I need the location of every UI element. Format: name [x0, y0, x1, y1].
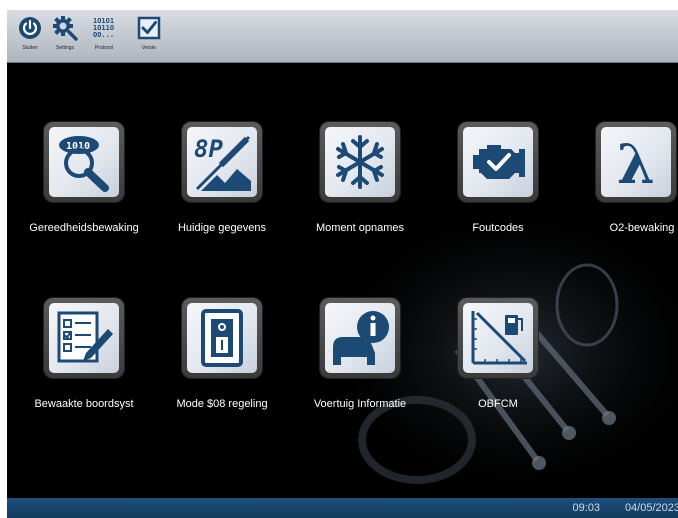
snowflake-icon [336, 135, 384, 189]
svg-text:OO...: OO... [93, 31, 114, 39]
tile-frame [182, 298, 262, 378]
tile-inner: 1010 [49, 127, 119, 197]
tile-frame: 1010 [44, 122, 124, 202]
tile-label: Foutcodes [472, 222, 524, 234]
tile-label: O2-bewaking [609, 222, 675, 234]
tile-readiness-monitoring[interactable]: 1010 Gereedheidsbewaking [15, 122, 153, 272]
protocol-button[interactable]: 1O1O1 1O11O OO... Protocol [87, 15, 121, 61]
tile-frame [44, 298, 124, 378]
tile-inner [463, 127, 533, 197]
power-icon [17, 15, 43, 41]
tile-frame [320, 298, 400, 378]
close-button[interactable]: Sluiten [13, 15, 47, 61]
tile-inner [187, 303, 257, 373]
tile-label: Gereedheidsbewaking [29, 222, 139, 234]
tile-label: Moment opnames [315, 222, 405, 234]
tile-label: Huidige gegevens [177, 222, 267, 234]
verste-label: Verste [141, 45, 157, 51]
svg-text:λ: λ [617, 132, 655, 193]
switch-icon [201, 309, 243, 367]
tile-label: Bewaakte boordsyst [34, 398, 134, 410]
binary-icon: 1O1O1 1O11O OO... [91, 15, 117, 41]
tile-label: Voertuig Informatie [313, 398, 407, 410]
status-time: 09:03 [572, 502, 600, 514]
tile-inner [463, 303, 533, 373]
svg-text:8P: 8P [194, 135, 223, 163]
tile-current-data[interactable]: 8P Huidige gegevens [153, 122, 291, 272]
fuel-chart-icon [471, 311, 527, 365]
tile-inner [49, 303, 119, 373]
tile-inner: 8P [187, 127, 257, 197]
tile-vehicle-info[interactable]: Voertuig Informatie [291, 298, 429, 448]
readiness-monitor-icon: 1010 [59, 136, 109, 192]
status-bar: 09:03 04/05/2023 [7, 498, 678, 518]
tile-inner: λ [601, 127, 671, 197]
live-data-icon: 8P [194, 135, 251, 191]
tile-label: Mode $08 regeling [176, 398, 268, 410]
settings-button[interactable]: Settings [48, 15, 82, 61]
checkbox-icon [136, 15, 162, 41]
tile-frame [458, 298, 538, 378]
tile-o2-monitoring[interactable]: λ O2-bewaking [567, 122, 678, 272]
tile-freeze-frame[interactable]: Moment opnames [291, 122, 429, 272]
verste-button[interactable]: Verste [132, 15, 166, 61]
lambda-icon: λ [617, 132, 655, 193]
tile-obfcm[interactable]: OBFCM [429, 298, 567, 448]
tile-frame: λ [596, 122, 676, 202]
tile-mode08-control[interactable]: Mode $08 regeling [153, 298, 291, 448]
vehicle-info-icon [333, 311, 389, 365]
gear-search-icon [52, 15, 78, 41]
engine-check-icon [473, 145, 525, 179]
tile-monitored-systems[interactable]: Bewaakte boordsyst [15, 298, 153, 448]
tile-inner [325, 127, 395, 197]
checklist-icon [57, 311, 113, 363]
tile-inner [325, 303, 395, 373]
tile-label: OBFCM [478, 398, 518, 410]
status-date: 04/05/2023 [624, 502, 678, 514]
tile-frame [458, 122, 538, 202]
tile-frame [320, 122, 400, 202]
tile-frame: 8P [182, 122, 262, 202]
toolbar: Sluiten Settings 1O1O1 1O11O OO... Proto… [7, 10, 678, 63]
close-label: Sluiten [22, 45, 38, 51]
protocol-label: Protocol [94, 45, 114, 51]
tile-fault-codes[interactable]: Foutcodes [429, 122, 567, 272]
settings-label: Settings [55, 45, 75, 51]
app-window: Sluiten Settings 1O1O1 1O11O OO... Proto… [7, 10, 678, 518]
